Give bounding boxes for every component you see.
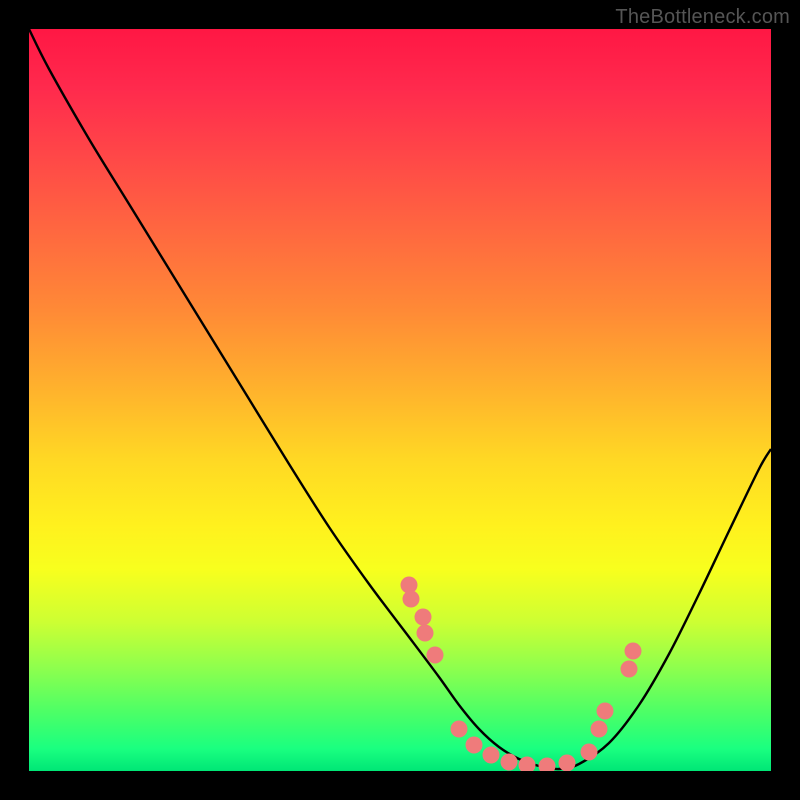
watermark-text: TheBottleneck.com [615,6,790,29]
plot-area [29,29,771,771]
chart-stage: TheBottleneck.com [0,0,800,800]
